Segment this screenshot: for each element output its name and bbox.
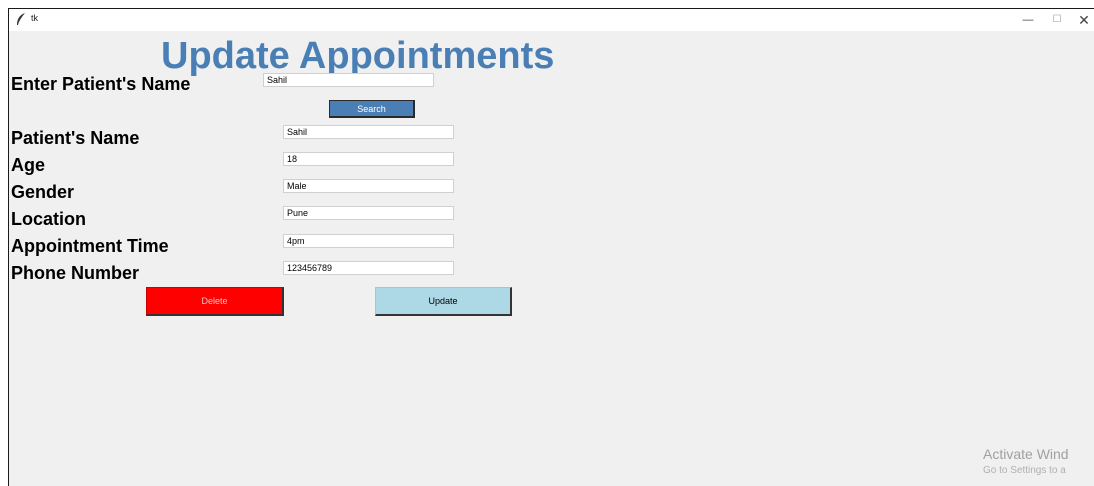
location-label: Location	[11, 209, 86, 229]
search-name-input[interactable]	[263, 73, 434, 87]
search-button[interactable]: Search	[329, 100, 415, 118]
phone-number-label: Phone Number	[11, 263, 140, 283]
update-button[interactable]: Update	[375, 287, 512, 316]
location-field[interactable]	[283, 206, 454, 220]
minimize-icon[interactable]: —	[1017, 11, 1039, 29]
feather-icon	[15, 12, 27, 26]
activate-windows-watermark: Activate Wind	[983, 446, 1069, 462]
maximize-icon[interactable]: ☐	[1046, 11, 1068, 29]
app-window: tk — ☐ ✕ Update Appointments Enter Patie…	[8, 8, 1094, 486]
title-bar: tk — ☐ ✕	[9, 9, 1094, 31]
patient-name-label: Patient's Name	[11, 128, 140, 148]
age-label: Age	[11, 155, 46, 175]
appointment-time-label: Appointment Time	[11, 236, 169, 256]
gender-field[interactable]	[283, 179, 454, 193]
page-title: Update Appointments	[161, 35, 555, 77]
activate-windows-subtext: Go to Settings to a	[983, 465, 1066, 476]
delete-button[interactable]: Delete	[146, 287, 284, 316]
search-name-label: Enter Patient's Name	[11, 74, 191, 94]
appointment-time-field[interactable]	[283, 234, 454, 248]
close-icon[interactable]: ✕	[1073, 11, 1094, 29]
window-title: tk	[31, 13, 39, 23]
age-field[interactable]	[283, 152, 454, 166]
phone-number-field[interactable]	[283, 261, 454, 275]
patient-name-field[interactable]	[283, 125, 454, 139]
gender-label: Gender	[11, 182, 75, 202]
